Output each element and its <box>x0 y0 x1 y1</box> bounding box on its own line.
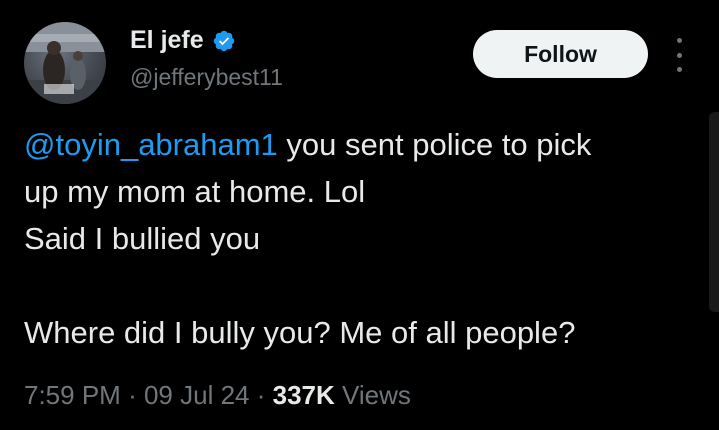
tweet-date[interactable]: 09 Jul 24 <box>144 380 250 410</box>
more-dot <box>676 67 682 72</box>
tweet-line: Said I bullied you <box>24 221 261 256</box>
tweet-time[interactable]: 7:59 PM <box>24 380 121 410</box>
avatar[interactable] <box>24 22 106 104</box>
mention-link[interactable]: @toyin_abraham1 <box>24 127 278 162</box>
tweet-meta: 7:59 PM · 09 Jul 24 · 337K Views <box>24 380 411 411</box>
author-handle[interactable]: @jefferybest11 <box>130 64 283 91</box>
author-name-row: El jefe <box>130 26 236 55</box>
verified-badge-icon[interactable] <box>212 29 236 53</box>
more-options-icon[interactable] <box>671 38 687 72</box>
more-dot <box>676 52 682 58</box>
scrollbar-edge <box>709 112 719 312</box>
avatar-photo <box>24 22 106 104</box>
more-dot <box>676 38 682 43</box>
author-display-name[interactable]: El jefe <box>130 26 204 55</box>
meta-separator: · <box>128 380 137 410</box>
views-count: 337K <box>272 380 335 410</box>
meta-separator: · <box>256 380 266 410</box>
follow-button[interactable]: Follow <box>473 30 648 78</box>
tweet-line: Where did I bully you? Me of all people? <box>24 315 576 350</box>
tweet-line: up my mom at home. Lol <box>24 174 366 209</box>
tweet-text-segment: you sent police to pick <box>277 127 592 162</box>
tweet-line: @toyin_abraham1 you sent police to pick <box>24 121 696 168</box>
tweet-text: @toyin_abraham1 you sent police to pick … <box>24 121 696 356</box>
views-label: Views <box>342 380 411 410</box>
